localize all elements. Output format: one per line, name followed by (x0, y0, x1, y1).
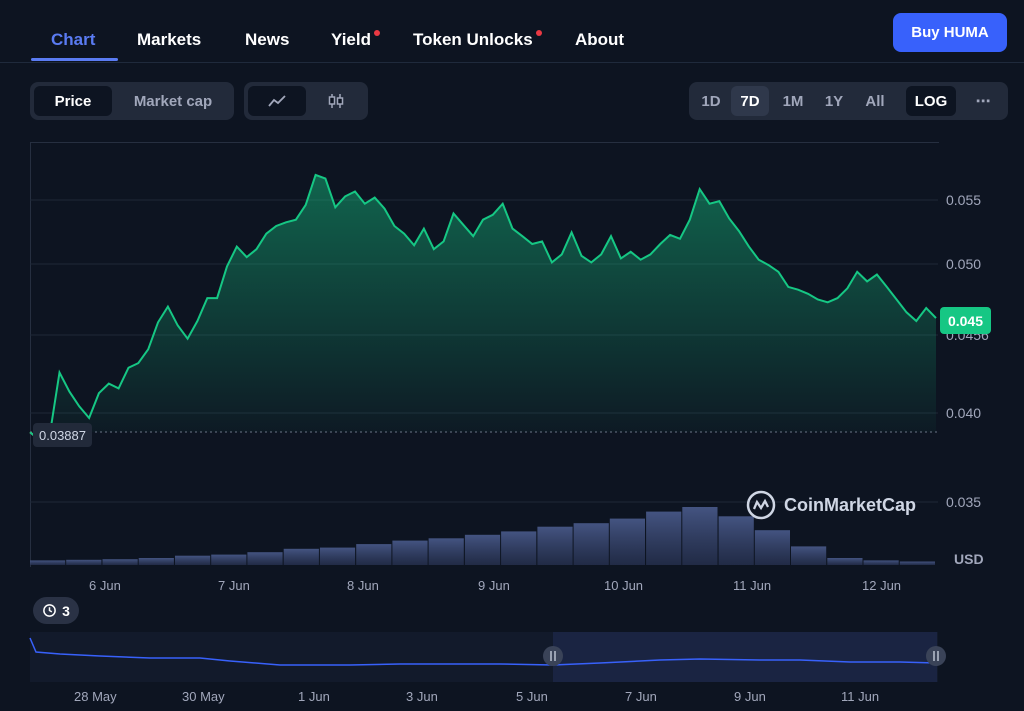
current-price-tag: 0.045 (940, 307, 991, 334)
volume-bar (102, 559, 138, 565)
volume-bar (682, 507, 718, 565)
navigator-tick-label: 30 May (182, 689, 225, 704)
open-price-tag: 0.03887 (33, 423, 92, 447)
y-tick-label: 0.035 (946, 494, 982, 510)
navigator-tick-label: 28 May (74, 689, 117, 704)
volume-bar (501, 531, 537, 565)
volume-bar (66, 559, 102, 565)
navigator-left-handle[interactable] (543, 646, 563, 666)
navigator-tick-label: 9 Jun (734, 689, 766, 704)
volume-bar (428, 538, 464, 565)
navigator-selected-window[interactable] (553, 632, 937, 682)
volume-bar (211, 554, 247, 565)
y-tick-label: 0.055 (946, 192, 982, 208)
navigator-tick-label: 7 Jun (625, 689, 657, 704)
volume-bar (754, 530, 790, 565)
navigator-tick-label: 1 Jun (298, 689, 330, 704)
navigator-tick-label: 5 Jun (516, 689, 548, 704)
navigator-right-handle[interactable] (926, 646, 946, 666)
volume-bar (175, 555, 211, 565)
volume-bar (537, 526, 573, 565)
history-badge[interactable]: 3 (33, 597, 79, 624)
brand-name: CoinMarketCap (784, 494, 917, 515)
x-tick-label: 6 Jun (89, 578, 121, 593)
volume-bar (863, 560, 899, 565)
history-icon (43, 604, 56, 617)
volume-bar (247, 552, 283, 565)
coinmarketcap-watermark: CoinMarketCap (746, 490, 916, 520)
coinmarketcap-logo-icon (746, 490, 776, 520)
volume-bar (464, 534, 501, 565)
volume-bar (827, 558, 863, 565)
x-tick-label: 9 Jun (478, 578, 510, 593)
volume-bar (609, 518, 645, 565)
price-area (30, 174, 936, 441)
currency-label: USD (954, 551, 984, 567)
y-tick-label: 0.040 (946, 405, 982, 421)
volume-bar (899, 561, 935, 565)
x-tick-label: 10 Jun (604, 578, 644, 593)
volume-bar (138, 558, 174, 565)
y-tick-label: 0.050 (946, 256, 982, 272)
x-tick-label: 12 Jun (862, 578, 902, 593)
navigator-tick-label: 3 Jun (406, 689, 438, 704)
volume-bar (356, 544, 392, 565)
volume-bar (392, 540, 428, 565)
history-count: 3 (62, 602, 70, 619)
x-tick-label: 8 Jun (347, 578, 379, 593)
volume-bar (791, 546, 827, 565)
volume-bar (283, 548, 319, 565)
volume-bar (646, 511, 682, 565)
volume-bar (718, 516, 754, 565)
volume-bar (573, 523, 609, 565)
x-tick-label: 11 Jun (733, 578, 772, 593)
x-tick-label: 7 Jun (218, 578, 250, 593)
price-chart[interactable] (0, 0, 1024, 711)
volume-bar (319, 547, 356, 565)
navigator-tick-label: 11 Jun (841, 689, 880, 704)
volume-bar (30, 560, 66, 565)
